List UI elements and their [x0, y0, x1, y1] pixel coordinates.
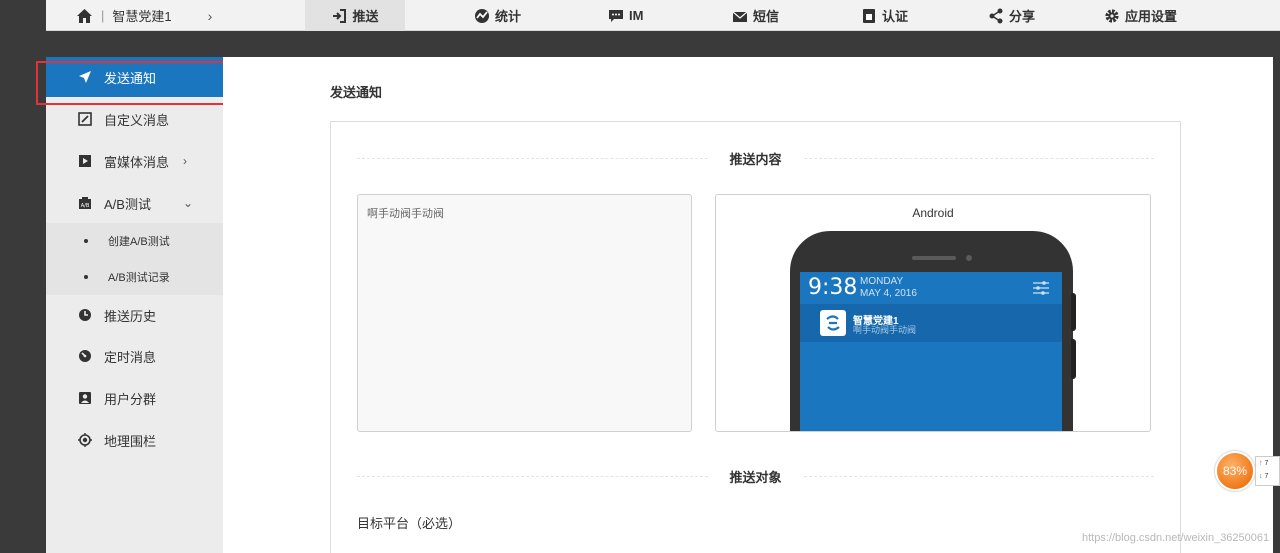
- tab-stats[interactable]: 统计: [474, 0, 521, 31]
- sidebar-item-ab-test[interactable]: A/B A/B测试 ⌄: [46, 183, 223, 223]
- sidebar-subitem-ab-test-records[interactable]: A/B测试记录: [46, 259, 223, 295]
- app-name: 智慧党建1: [112, 9, 172, 24]
- sidebar-subitem-label: 创建A/B测试: [108, 236, 170, 248]
- section-title: 推送内容: [729, 151, 782, 167]
- sidebar-subitem-label: A/B测试记录: [108, 272, 170, 284]
- tab-sms[interactable]: 短信: [732, 0, 779, 31]
- tab-im[interactable]: IM: [608, 0, 643, 31]
- divider: [357, 475, 708, 477]
- divider: [803, 475, 1155, 477]
- push-icon: [333, 8, 347, 23]
- divider: [803, 157, 1155, 159]
- sidebar-item-label: 定时消息: [104, 349, 157, 365]
- sms-icon: [732, 11, 748, 22]
- sidebar-subitem-create-ab-test[interactable]: 创建A/B测试: [46, 223, 223, 259]
- app-switcher[interactable]: | 智慧党建1 ›: [76, 0, 212, 31]
- sidebar-item-push-history[interactable]: 推送历史: [46, 295, 223, 335]
- target-platform-label: 目标平台（必选）: [357, 516, 462, 531]
- tab-label: 推送: [352, 9, 379, 24]
- sidebar-item-label: 地理围栏: [104, 433, 157, 449]
- history-clock-icon: [78, 308, 92, 322]
- upload-arrow-icon: ↑: [1259, 460, 1263, 467]
- verify-icon: [863, 8, 875, 23]
- notification-body: 啊手动阀手动阀: [853, 325, 917, 335]
- upload-value: 7: [1264, 460, 1269, 467]
- tab-label: 短信: [753, 9, 780, 24]
- section-header-push-content: 推送内容: [357, 148, 1155, 168]
- tab-label: 分享: [1009, 9, 1036, 24]
- sidebar-item-custom-message[interactable]: 自定义消息: [46, 99, 223, 139]
- user-group-icon: [78, 391, 92, 405]
- phone-screen: 9:38 MONDAY MAY 4, 2016 智慧党建1 啊手动阀手动阀: [800, 272, 1062, 431]
- notification-preview: Android 9:38 MONDAY MAY 4, 2016 智慧党建1 啊手…: [715, 194, 1151, 432]
- sidebar-item-rich-media[interactable]: 富媒体消息 ›: [46, 141, 223, 181]
- page-title: 发送通知: [330, 85, 383, 100]
- main-content: 发送通知 推送内容 啊手动阀手动阀 Android 9:38 MONDAY MA…: [223, 57, 1273, 553]
- sidebar-item-label: 富媒体消息: [104, 154, 170, 170]
- sidebar-item-label: 发送通知: [104, 70, 157, 86]
- header-divider: [46, 31, 1280, 57]
- home-icon: [77, 8, 92, 23]
- geofence-icon: [78, 433, 92, 447]
- network-speed-ball[interactable]: 83%: [1215, 451, 1255, 491]
- svg-text:A/B: A/B: [81, 203, 90, 209]
- tab-share[interactable]: 分享: [988, 0, 1035, 31]
- sidebar-item-label: A/B测试: [104, 196, 151, 212]
- gear-icon: [1105, 8, 1119, 23]
- sidebar-item-user-segments[interactable]: 用户分群: [46, 378, 223, 418]
- section-title: 推送对象: [729, 469, 782, 485]
- send-icon: [78, 70, 92, 84]
- section-header-push-target: 推送对象: [357, 466, 1155, 486]
- sidebar-item-label: 推送历史: [104, 308, 157, 324]
- separator: |: [101, 8, 105, 23]
- phone-mockup: 9:38 MONDAY MAY 4, 2016 智慧党建1 啊手动阀手动阀: [790, 231, 1076, 431]
- ab-test-icon: A/B: [78, 196, 92, 210]
- sidebar-item-label: 用户分群: [104, 391, 157, 407]
- tab-verify[interactable]: 认证: [861, 0, 908, 31]
- sidebar-item-geofence[interactable]: 地理围栏: [46, 420, 223, 460]
- lockscreen-date: MAY 4, 2016: [860, 288, 917, 299]
- tab-app-settings[interactable]: 应用设置: [1104, 0, 1177, 31]
- chevron-right-icon: ›: [207, 7, 213, 24]
- lockscreen-day: MONDAY: [860, 276, 904, 287]
- send-notification-form: 推送内容 啊手动阀手动阀 Android 9:38 MONDAY MAY 4, …: [330, 121, 1181, 553]
- share-icon: [989, 8, 1003, 23]
- edit-icon: [78, 112, 92, 126]
- timer-icon: [78, 349, 92, 363]
- media-icon: [78, 154, 92, 168]
- app-logo-icon: [820, 310, 846, 336]
- sliders-icon: [1033, 281, 1049, 295]
- divider: [357, 157, 708, 159]
- sidebar-item-label: 自定义消息: [104, 112, 170, 128]
- lockscreen-time: 9:38: [808, 275, 858, 300]
- network-speed-panel: ↑ 7 ↓ 7: [1255, 456, 1280, 486]
- watermark: https://blog.csdn.net/weixin_36250061: [1082, 532, 1270, 544]
- bullet-icon: [84, 275, 88, 279]
- stats-icon: [475, 8, 489, 23]
- notification-card: 智慧党建1 啊手动阀手动阀: [800, 304, 1062, 342]
- sidebar-item-send-notification[interactable]: 发送通知: [46, 57, 223, 97]
- tab-label: 应用设置: [1125, 9, 1178, 24]
- chevron-down-icon: ⌄: [183, 196, 194, 210]
- download-arrow-icon: ↓: [1259, 473, 1263, 480]
- sidebar: 发送通知 自定义消息 富媒体消息 › A/B A/B测试 ⌄ 创建A/B测试 A…: [46, 57, 223, 553]
- tab-push[interactable]: 推送: [305, 0, 405, 31]
- download-value: 7: [1264, 473, 1269, 480]
- phone-speaker: [912, 256, 956, 260]
- phone-camera: [966, 255, 972, 261]
- content-textarea[interactable]: 啊手动阀手动阀: [357, 194, 692, 432]
- sidebar-item-scheduled-message[interactable]: 定时消息: [46, 336, 223, 376]
- chevron-right-icon: ›: [183, 154, 187, 168]
- top-navigation-bar: | 智慧党建1 › 推送 统计 IM 短信 认证 分享 应用设置: [46, 0, 1280, 31]
- tab-label: 统计: [495, 9, 522, 24]
- chat-icon: [609, 9, 623, 22]
- tab-label: IM: [629, 8, 644, 23]
- preview-platform-label: Android: [912, 206, 954, 220]
- bullet-icon: [84, 239, 88, 243]
- tab-label: 认证: [882, 9, 909, 24]
- phone-button: [1071, 293, 1076, 331]
- phone-button: [1071, 339, 1076, 379]
